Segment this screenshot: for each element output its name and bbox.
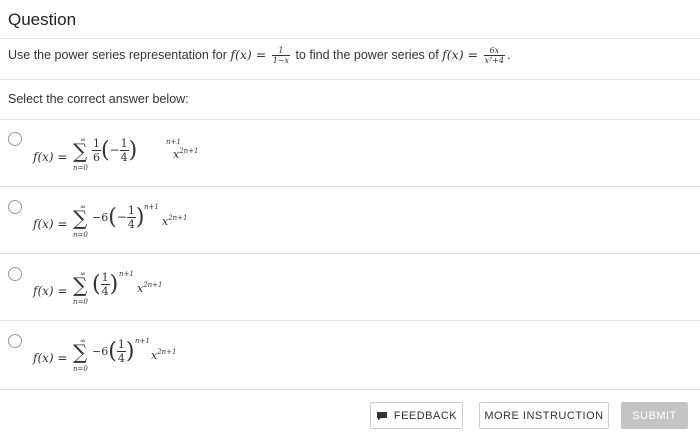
radio-button[interactable] <box>8 132 22 146</box>
sigma-symbol: ∑ <box>73 139 88 163</box>
submit-label: SUBMIT <box>632 409 677 422</box>
sigma-symbol: ∑ <box>73 340 88 364</box>
inner-sign: − <box>109 143 120 157</box>
select-label: Select the correct answer below: <box>8 92 189 106</box>
divider <box>0 79 700 80</box>
page-title: Question <box>8 10 77 29</box>
prompt-prefix: Use the power series representation for <box>8 47 227 62</box>
feedback-button[interactable]: FEEDBACK <box>370 402 463 429</box>
prompt-f2-lhs: f(x) = <box>442 46 479 62</box>
answer-option-2[interactable]: f(x) = ∞ ∑ n=0 −6(− 1 4) n+1 x2n+1 <box>0 187 700 253</box>
question-header: Question <box>0 0 700 38</box>
exponent: n+1 <box>144 203 159 211</box>
formula-lhs: f(x) = <box>33 217 68 231</box>
prompt-f1-lhs: f(x) = <box>230 46 267 62</box>
feedback-label: FEEDBACK <box>393 409 458 422</box>
inner-fraction: 14 <box>100 271 110 298</box>
fraction-1-over-1-minus-x: 1 1−x <box>271 46 291 65</box>
inner-fraction: 14 <box>126 204 136 231</box>
divider <box>0 389 700 390</box>
x-power: x2n+1 <box>151 348 177 362</box>
formula-lhs: f(x) = <box>33 150 68 164</box>
answer-option-1[interactable]: f(x) = ∞ ∑ n=0 1 6 (− 1 4) n+1 x2n+1 <box>0 120 700 186</box>
sum-lower-limit: n=0 <box>73 164 88 172</box>
prompt-middle: to find the power series of <box>295 47 439 62</box>
inner-sign: − <box>116 210 127 224</box>
sum-lower-limit: n=0 <box>73 365 88 373</box>
radio-button[interactable] <box>8 334 22 348</box>
x-power: x2n+1 <box>162 214 188 228</box>
flag-icon <box>376 411 387 420</box>
formula-lhs: f(x) = <box>33 284 68 298</box>
exponent: n+1 <box>135 337 150 345</box>
prompt-period: . <box>507 47 511 62</box>
more-instruction-button[interactable]: MORE INSTRUCTION <box>479 402 609 429</box>
question-prompt: Use the power series representation for … <box>8 46 511 65</box>
coefficient: −6 <box>92 345 109 358</box>
series-term: −6(− 1 4) <box>92 204 145 231</box>
radio-button[interactable] <box>8 200 22 214</box>
series-term: (1 4) <box>92 271 119 298</box>
answer-option-3[interactable]: f(x) = ∞ ∑ n=0 (1 4) n+1 x2n+1 <box>0 254 700 320</box>
more-instruction-label: MORE INSTRUCTION <box>484 409 604 422</box>
formula-lhs: f(x) = <box>33 351 68 365</box>
series-term: 1 6 (− 1 4) <box>92 137 138 164</box>
exponent: n+1 <box>119 270 134 278</box>
inner-fraction: 14 <box>116 338 126 365</box>
coefficient: −6 <box>92 211 109 224</box>
x-power: x2n+1 <box>173 147 199 161</box>
inner-fraction: 14 <box>119 137 129 164</box>
submit-button[interactable]: SUBMIT <box>621 402 688 429</box>
sum-lower-limit: n=0 <box>73 298 88 306</box>
x-power: x2n+1 <box>137 281 163 295</box>
answer-option-4[interactable]: f(x) = ∞ ∑ n=0 −6(1 4) n+1 x2n+1 <box>0 321 700 387</box>
divider <box>0 38 700 39</box>
sigma-symbol: ∑ <box>73 206 88 230</box>
sum-lower-limit: n=0 <box>73 231 88 239</box>
coefficient-fraction: 16 <box>92 137 101 164</box>
radio-button[interactable] <box>8 267 22 281</box>
fraction-6x-over-x2-plus-4: 6x x²+4 <box>483 46 506 65</box>
action-bar: FEEDBACK MORE INSTRUCTION SUBMIT <box>0 392 700 438</box>
series-term: −6(1 4) <box>92 338 135 365</box>
exponent: n+1 <box>166 138 181 146</box>
sigma-symbol: ∑ <box>73 273 88 297</box>
